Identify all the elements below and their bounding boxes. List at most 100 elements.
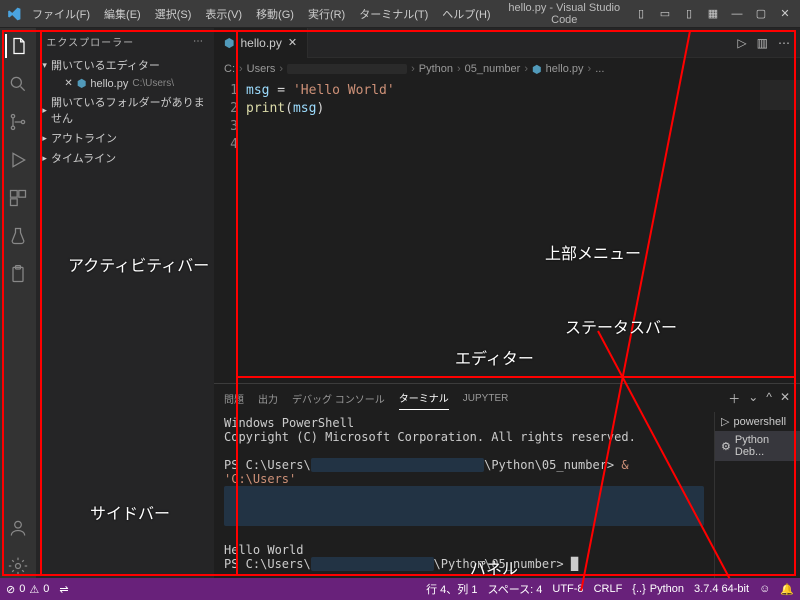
code-editor[interactable]: 1234 msg = 'Hello World' print(msg) — [214, 80, 800, 383]
layout-panel-right-icon[interactable]: ▯ — [680, 7, 698, 20]
timeline-label: タイムライン — [51, 150, 116, 166]
status-errors[interactable]: ⊘0 ⚠0 — [6, 583, 49, 596]
bc-seg[interactable]: C: — [224, 63, 235, 75]
panel-tab-debug[interactable]: デバッグ コンソール — [292, 387, 385, 410]
close-panel-icon[interactable]: ✕ — [780, 390, 790, 407]
panel-tabs: 問題 出力 デバッグ コンソール ターミナル JUPYTER ＋ ⌄ ^ ✕ — [214, 384, 800, 412]
status-line-col[interactable]: 行 4、列 1 — [426, 581, 477, 597]
editor-area: ⬢ hello.py ✕ ▷ ▥ ⋯ C:› Users› › Python› … — [214, 28, 800, 578]
menu-bar: ファイル(F) 編集(E) 選択(S) 表示(V) 移動(G) 実行(R) ター… — [26, 4, 497, 24]
maximize-icon[interactable]: ▢ — [752, 7, 770, 20]
settings-gear-icon[interactable] — [6, 554, 30, 578]
outline-section[interactable]: ▸ アウトライン — [36, 128, 214, 148]
accounts-icon[interactable] — [6, 516, 30, 540]
editor-tabs: ⬢ hello.py ✕ ▷ ▥ ⋯ — [214, 28, 800, 58]
close-icon[interactable]: ✕ — [64, 78, 72, 89]
tab-label: hello.py — [240, 36, 281, 50]
outline-label: アウトライン — [51, 130, 117, 146]
source-control-icon[interactable] — [6, 110, 30, 134]
minimap[interactable] — [760, 80, 800, 110]
search-icon[interactable] — [6, 72, 30, 96]
run-icon[interactable]: ▷ — [737, 36, 746, 50]
bc-seg[interactable]: ... — [595, 63, 604, 75]
annotation-divider — [236, 30, 238, 576]
run-debug-icon[interactable] — [6, 148, 30, 172]
sidebar: エクスプローラー ⋯ ▾ 開いているエディター ✕ ⬢ hello.py C:\U… — [36, 28, 214, 578]
layout-panel-bottom-icon[interactable]: ▭ — [656, 7, 674, 20]
vscode-logo-icon — [6, 6, 22, 22]
line-gutter: 1234 — [214, 80, 246, 383]
title-bar: ファイル(F) 編集(E) 選択(S) 表示(V) 移動(G) 実行(R) ター… — [0, 0, 800, 28]
clipboard-icon[interactable] — [6, 262, 30, 286]
panel-tab-terminal[interactable]: ターミナル — [399, 386, 449, 410]
new-terminal-icon[interactable]: ＋ — [728, 390, 740, 407]
chevron-right-icon: ▸ — [42, 133, 47, 144]
bc-seg[interactable]: Python — [419, 63, 453, 75]
more-icon[interactable]: ⋯ — [193, 36, 204, 47]
activity-bar — [0, 28, 36, 578]
menu-select[interactable]: 選択(S) — [149, 4, 198, 24]
menu-help[interactable]: ヘルプ(H) — [436, 4, 496, 24]
close-tab-icon[interactable]: ✕ — [288, 36, 297, 49]
bc-seg[interactable]: hello.py — [546, 63, 584, 75]
status-encoding[interactable]: UTF-8 — [552, 583, 583, 595]
open-editors-section[interactable]: ▾ 開いているエディター — [36, 55, 214, 75]
terminal-icon: ▷ — [721, 415, 729, 428]
status-bar: ⊘0 ⚠0 ⇌ 行 4、列 1 スペース: 4 UTF-8 CRLF {..} … — [0, 578, 800, 600]
minimize-icon[interactable]: — — [728, 8, 746, 20]
status-language[interactable]: {..} Python — [632, 583, 684, 595]
open-editors-label: 開いているエディター — [51, 57, 160, 73]
bc-seg-redacted — [287, 64, 407, 74]
more-icon[interactable]: ⋯ — [778, 36, 790, 50]
menu-file[interactable]: ファイル(F) — [26, 4, 96, 24]
explorer-icon[interactable] — [5, 34, 29, 58]
file-name: hello.py — [90, 78, 128, 90]
no-folder-label: 開いているフォルダーがありません — [51, 94, 208, 126]
terminal-list: ▷ powershell ⚙Python Deb... — [714, 412, 800, 578]
bc-seg[interactable]: 05_number — [465, 63, 521, 75]
terminal-item-powershell[interactable]: ▷ powershell — [715, 412, 800, 431]
extensions-icon[interactable] — [6, 186, 30, 210]
breadcrumb[interactable]: C:› Users› › Python› 05_number› ⬢ hello.… — [214, 58, 800, 80]
python-file-icon: ⬢ — [532, 63, 542, 76]
explorer-title: エクスプローラー — [46, 34, 134, 49]
tab-hello-py[interactable]: ⬢ hello.py ✕ — [214, 28, 308, 58]
chevron-right-icon: ▸ — [42, 153, 47, 164]
annotation-divider — [40, 30, 42, 576]
window-title: hello.py - Visual Studio Code — [501, 2, 628, 26]
code-lines[interactable]: msg = 'Hello World' print(msg) — [246, 80, 800, 383]
terminal[interactable]: Windows PowerShell Copyright (C) Microso… — [214, 412, 714, 578]
layout-customize-icon[interactable]: ▦ — [704, 7, 722, 20]
panel-tab-jupyter[interactable]: JUPYTER — [463, 389, 509, 408]
chevron-down-icon: ▾ — [42, 60, 47, 71]
status-feedback-icon[interactable]: ☺ — [759, 583, 770, 595]
maximize-panel-icon[interactable]: ^ — [766, 390, 772, 407]
status-spaces[interactable]: スペース: 4 — [487, 581, 542, 597]
status-bell-icon[interactable]: 🔔 — [780, 583, 794, 596]
terminal-item-label: powershell — [733, 416, 786, 428]
panel-tab-problems[interactable]: 問題 — [224, 387, 244, 410]
bc-seg[interactable]: Users — [247, 63, 276, 75]
terminal-item-python[interactable]: ⚙Python Deb... — [715, 431, 800, 461]
open-editor-item[interactable]: ✕ ⬢ hello.py C:\Users\ — [36, 75, 214, 92]
menu-go[interactable]: 移動(G) — [250, 4, 300, 24]
file-path-hint: C:\Users\ — [132, 78, 174, 89]
no-folder-section[interactable]: ▸ 開いているフォルダーがありません — [36, 92, 214, 128]
python-file-icon: ⬢ — [77, 77, 87, 90]
close-window-icon[interactable]: ✕ — [776, 7, 794, 20]
gear-icon: ⚙ — [721, 440, 731, 453]
status-port-forward-icon[interactable]: ⇌ — [59, 583, 68, 596]
testing-icon[interactable] — [6, 224, 30, 248]
timeline-section[interactable]: ▸ タイムライン — [36, 148, 214, 168]
layout-panel-left-icon[interactable]: ▯ — [632, 7, 650, 20]
chevron-down-icon[interactable]: ⌄ — [748, 390, 758, 407]
split-editor-icon[interactable]: ▥ — [757, 36, 768, 50]
menu-run[interactable]: 実行(R) — [302, 4, 351, 24]
menu-edit[interactable]: 編集(E) — [98, 4, 147, 24]
menu-view[interactable]: 表示(V) — [199, 4, 248, 24]
panel-tab-output[interactable]: 出力 — [258, 387, 278, 410]
status-python-env[interactable]: 3.7.4 64-bit — [694, 583, 749, 595]
chevron-right-icon: ▸ — [42, 105, 47, 116]
menu-terminal[interactable]: ターミナル(T) — [353, 4, 434, 24]
status-eol[interactable]: CRLF — [594, 583, 623, 595]
